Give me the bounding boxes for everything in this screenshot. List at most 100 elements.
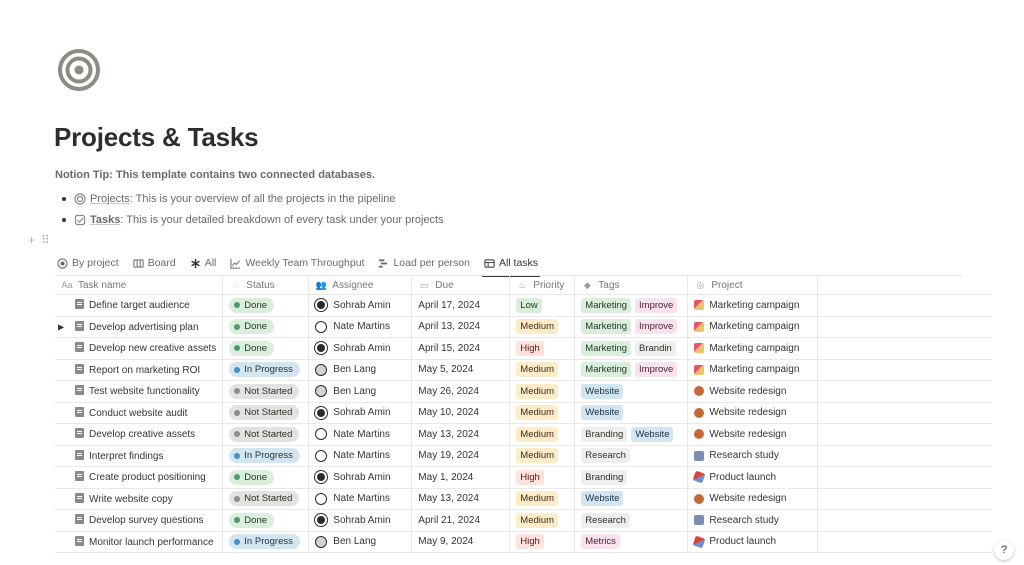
status-cell[interactable]: Done	[222, 466, 310, 489]
due-cell[interactable]: April 17, 2024	[411, 294, 511, 317]
assignee-cell[interactable]: Nate Martins	[308, 423, 413, 446]
priority-cell[interactable]: Medium	[509, 402, 576, 424]
status-cell[interactable]: Done	[222, 294, 310, 317]
tab-load-per-person[interactable]: Load per person	[376, 252, 471, 274]
priority-cell[interactable]: Medium	[509, 509, 576, 532]
task-name-cell[interactable]: Develop new creative assets	[55, 337, 224, 360]
task-name-cell[interactable]: Interpret findings	[55, 445, 224, 467]
due-cell[interactable]: April 13, 2024	[411, 316, 511, 338]
priority-cell[interactable]: Medium	[509, 423, 576, 446]
due-cell[interactable]: April 21, 2024	[411, 509, 511, 532]
task-name-cell[interactable]: Conduct website audit	[55, 402, 224, 424]
task-name-cell[interactable]: Define target audience	[55, 294, 224, 317]
status-cell[interactable]: Not Started	[222, 402, 310, 424]
task-name-cell[interactable]: Create product positioning	[55, 466, 224, 489]
assignee-cell[interactable]: Ben Lang	[308, 380, 413, 403]
project-cell[interactable]: Website redesign	[687, 423, 819, 446]
column-header-project[interactable]: ◎ Project	[687, 276, 819, 295]
due-cell[interactable]: May 13, 2024	[411, 423, 511, 446]
status-cell[interactable]: In Progress	[222, 531, 310, 553]
tags-cell[interactable]: Website	[574, 488, 689, 510]
table-row[interactable]: Interpret findings In Progress Nate Martin…	[55, 445, 992, 467]
tags-cell[interactable]: Research	[574, 445, 689, 467]
assignee-cell[interactable]: Nate Martins	[308, 316, 413, 338]
table-row[interactable]: Write website copy Not Started Nate Martin…	[55, 488, 992, 510]
column-header-task-name[interactable]: Aa Task name	[55, 276, 224, 295]
table-row[interactable]: Develop survey questions Done Sohrab Amin A…	[55, 509, 992, 532]
assignee-cell[interactable]: Sohrab Amin	[308, 294, 413, 317]
due-cell[interactable]: May 26, 2024	[411, 380, 511, 403]
table-row[interactable]: Test website functionality Not Started Ben…	[55, 380, 992, 403]
tags-cell[interactable]: Website	[574, 380, 689, 403]
task-name-cell[interactable]: Write website copy	[55, 488, 224, 510]
task-name-cell[interactable]: Test website functionality	[55, 380, 224, 403]
column-header-assignee[interactable]: 👥 Assignee	[308, 276, 413, 295]
due-cell[interactable]: April 15, 2024	[411, 337, 511, 360]
priority-cell[interactable]: Medium	[509, 316, 576, 338]
task-name-cell[interactable]: Monitor launch performance	[55, 531, 224, 553]
tab-all-tasks[interactable]: All tasks	[481, 252, 541, 277]
project-cell[interactable]: Website redesign	[687, 402, 819, 424]
priority-cell[interactable]: Low	[509, 294, 576, 317]
project-cell[interactable]: Website redesign	[687, 380, 819, 403]
tab-all[interactable]: All	[188, 252, 219, 274]
status-cell[interactable]: Not Started	[222, 488, 310, 510]
project-cell[interactable]: Marketing campaign	[687, 359, 819, 381]
tags-cell[interactable]: Marketing Improve	[574, 316, 689, 338]
priority-cell[interactable]: Medium	[509, 359, 576, 381]
task-name-cell[interactable]: Report on marketing ROI	[55, 359, 224, 381]
table-row[interactable]: Report on marketing ROI In Progress Ben La…	[55, 359, 992, 381]
due-cell[interactable]: May 13, 2024	[411, 488, 511, 510]
assignee-cell[interactable]: Ben Lang	[308, 531, 413, 553]
status-cell[interactable]: Not Started	[222, 380, 310, 403]
tags-cell[interactable]: Website	[574, 402, 689, 424]
project-cell[interactable]: Research study	[687, 509, 819, 532]
tags-cell[interactable]: Branding Website	[574, 423, 689, 446]
priority-cell[interactable]: Medium	[509, 488, 576, 510]
tags-cell[interactable]: Marketing Improve	[574, 294, 689, 317]
column-header-tags[interactable]: ◆ Tags	[574, 276, 689, 295]
assignee-cell[interactable]: Nate Martins	[308, 445, 413, 467]
status-cell[interactable]: Done	[222, 337, 310, 360]
tasks-link[interactable]: Tasks	[90, 214, 120, 226]
tab-weekly-team-throughput[interactable]: Weekly Team Throughput	[228, 252, 366, 274]
priority-cell[interactable]: Medium	[509, 445, 576, 467]
table-row[interactable]: Create product positioning Done Sohrab Ami…	[55, 466, 992, 489]
column-header-priority[interactable]: ♨ Priority	[509, 276, 576, 295]
due-cell[interactable]: May 19, 2024	[411, 445, 511, 467]
projects-link[interactable]: Projects	[90, 193, 130, 205]
add-block-icon[interactable]: +	[28, 233, 35, 247]
project-cell[interactable]: Website redesign	[687, 488, 819, 510]
assignee-cell[interactable]: Sohrab Amin	[308, 337, 413, 360]
help-button[interactable]: ?	[994, 540, 1014, 560]
expand-toggle-icon[interactable]: ▶	[58, 322, 64, 331]
drag-handle-icon[interactable]: ⠿	[41, 233, 50, 247]
due-cell[interactable]: May 1, 2024	[411, 466, 511, 489]
status-cell[interactable]: In Progress	[222, 445, 310, 467]
project-cell[interactable]: Marketing campaign	[687, 337, 819, 360]
status-cell[interactable]: Not Started	[222, 423, 310, 446]
tab-by-project[interactable]: By project	[55, 252, 121, 274]
project-cell[interactable]: Product launch	[687, 531, 819, 553]
task-name-cell[interactable]: Develop creative assets	[55, 423, 224, 446]
table-row[interactable]: Develop new creative assets Done Sohrab Am…	[55, 337, 992, 360]
assignee-cell[interactable]: Ben Lang	[308, 359, 413, 381]
table-row[interactable]: Define target audience Done Sohrab Amin Apr…	[55, 294, 992, 317]
assignee-cell[interactable]: Sohrab Amin	[308, 509, 413, 532]
tags-cell[interactable]: Branding	[574, 466, 689, 489]
table-row[interactable]: Develop creative assets Not Started Nate M…	[55, 423, 992, 446]
assignee-cell[interactable]: Nate Martins	[308, 488, 413, 510]
table-row[interactable]: ▶ Develop advertising plan Done Nate Martin…	[55, 316, 992, 338]
status-cell[interactable]: Done	[222, 509, 310, 532]
block-handle[interactable]: + ⠿	[28, 233, 50, 247]
status-cell[interactable]: Done	[222, 316, 310, 338]
tab-board[interactable]: Board	[131, 252, 178, 274]
priority-cell[interactable]: High	[509, 531, 576, 553]
due-cell[interactable]: May 5, 2024	[411, 359, 511, 381]
tags-cell[interactable]: Marketing Brandin	[574, 337, 689, 360]
task-name-cell[interactable]: Develop survey questions	[55, 509, 224, 532]
table-row[interactable]: Monitor launch performance In Progress Ben…	[55, 531, 992, 553]
project-cell[interactable]: Product launch	[687, 466, 819, 489]
priority-cell[interactable]: High	[509, 466, 576, 489]
table-row[interactable]: Conduct website audit Not Started Sohrab A…	[55, 402, 992, 424]
